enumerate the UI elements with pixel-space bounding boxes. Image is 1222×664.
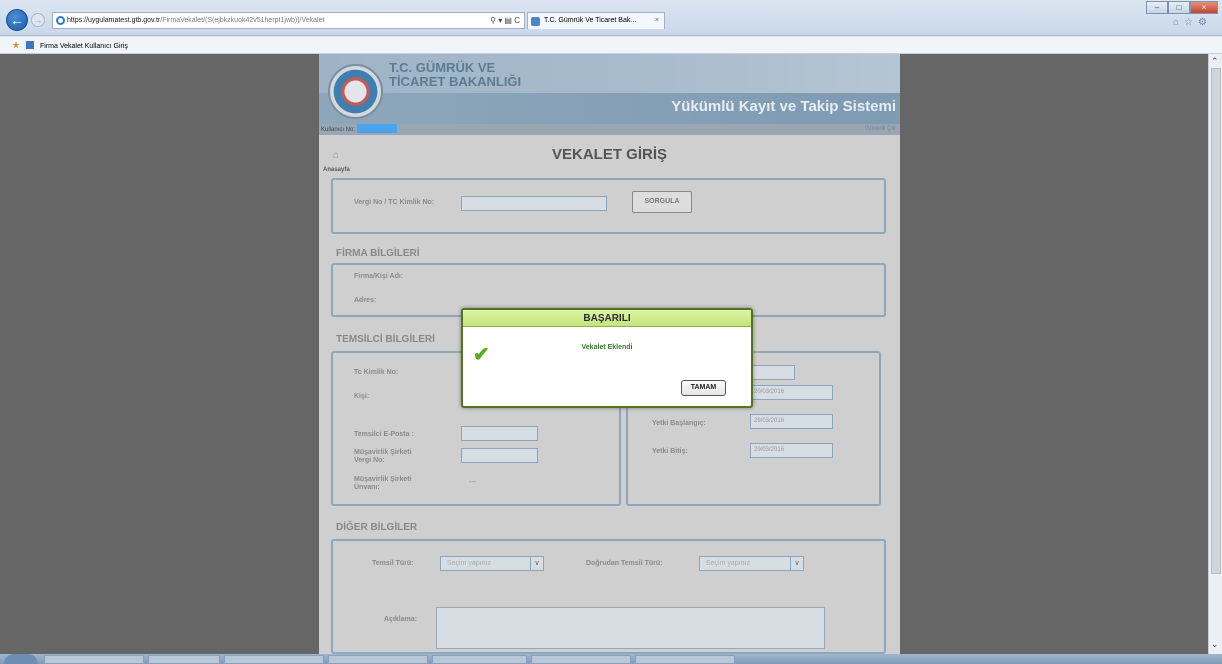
direct-type-select[interactable]: Seçim yapınız ∨ (699, 556, 804, 571)
ministry-logo (328, 64, 383, 119)
end-date-label: Yetki Bitiş: (652, 448, 688, 455)
forward-arrow-icon[interactable]: → (31, 13, 45, 27)
favorites-bar: ★ Firma Vekalet Kullanıcı Giriş (0, 37, 1222, 54)
authority-date-input[interactable]: 20/03/2016 (750, 385, 833, 400)
address-bar[interactable]: https://uygulamatest.gtb.gov.tr/FirmaVek… (52, 12, 525, 29)
tab-close-icon[interactable]: × (655, 13, 659, 29)
ie-logo-icon (56, 16, 65, 25)
taskbar-item[interactable] (224, 655, 324, 664)
representation-type-label: Temsil Türü: (372, 560, 414, 567)
favorite-item[interactable]: Firma Vekalet Kullanıcı Giriş (40, 43, 128, 50)
organization-name: T.C. GÜMRÜK VE TİCARET BAKANLIĞI (389, 61, 521, 89)
logout-link[interactable]: Güvenli Çık (865, 124, 896, 135)
taskbar-item[interactable] (635, 655, 735, 664)
dialog-message: Vekalet Eklendi (581, 344, 633, 351)
company-address-label: Adres: (354, 297, 377, 304)
maximize-icon[interactable]: □ (1168, 1, 1190, 14)
org-line1: T.C. GÜMRÜK VE (389, 60, 496, 75)
search-label: Vergi No / TC Kimlik No: (354, 199, 435, 206)
direct-type-value: Seçim yapınız (706, 560, 750, 567)
scroll-up-icon[interactable]: ⌃ (1211, 56, 1219, 67)
page-viewport: T.C. GÜMRÜK VE TİCARET BAKANLIĞI Yükümlü… (0, 54, 1222, 654)
email-label: Temsilci E-Posta : (354, 431, 414, 438)
back-arrow-icon[interactable]: ← (6, 9, 28, 31)
scroll-down-icon[interactable]: ⌄ (1211, 639, 1219, 650)
user-bar: Kullanıcı No: Güvenli Çık (319, 124, 900, 135)
url-host: uygulamatest.gtb.gov.tr (88, 17, 161, 24)
chevron-down-icon: ∨ (530, 557, 543, 570)
org-line2: TİCARET BAKANLIĞI (389, 74, 522, 89)
ok-button[interactable]: TAMAM (681, 380, 726, 396)
representation-type-value: Seçim yapınız (447, 560, 491, 567)
page-scrollbar[interactable]: ⌃ ⌄ (1208, 54, 1222, 654)
other-section-title: DİĞER BİLGİLER (336, 522, 418, 533)
user-number-redacted (356, 124, 397, 133)
start-date-label: Yetki Başlangıç: (652, 420, 706, 427)
chevron-down-icon: ∨ (790, 557, 803, 570)
user-label: Kullanıcı No: (321, 127, 356, 133)
tab-title: T.C. Gümrük Ve Ticaret Bak... (544, 17, 637, 24)
tc-label: Tc Kimlik No: (354, 369, 399, 376)
close-window-icon[interactable]: × (1190, 1, 1218, 14)
page-title: VEKALET GİRİŞ (551, 146, 667, 163)
representative-section-title: TEMSİLCİ BİLGİLERİ (336, 334, 435, 345)
page-icon (26, 41, 35, 49)
tab-favicon-icon (531, 17, 540, 26)
firm-tax-input[interactable] (461, 448, 538, 463)
favorites-star-icon[interactable]: ★ (12, 40, 20, 50)
firm-title-value: --- (469, 479, 476, 486)
start-button[interactable] (4, 654, 38, 664)
end-date-input[interactable]: 29/03/2016 (750, 443, 833, 458)
taskbar-item[interactable] (531, 655, 631, 664)
person-label: Kişi: (354, 393, 370, 400)
sorgula-button[interactable]: SORGULA (632, 191, 692, 213)
taskbar-item[interactable] (432, 655, 527, 664)
tax-id-input[interactable] (461, 196, 607, 211)
company-section-title: FİRMA BİLGİLERİ (336, 248, 420, 259)
dialog-title: BAŞARILI (463, 310, 751, 327)
url-prefix: https:// (67, 17, 89, 24)
success-dialog: BAŞARILI ✔ Vekalet Eklendi TAMAM (461, 308, 753, 408)
window-controls: – □ × (1146, 1, 1218, 14)
taskbar-item[interactable] (44, 655, 144, 664)
url-path: /FirmaVekalet/(S(ejbkzkuok42v51herpt1jwb… (160, 17, 325, 24)
representation-type-select[interactable]: Seçim yapınız ∨ (440, 556, 544, 571)
browser-titlebar: ← → https://uygulamatest.gtb.gov.tr/Firm… (0, 0, 1222, 36)
taskbar (0, 654, 1222, 664)
firm-title-label: Müşavirlik Şirketi Ünvanı: (354, 476, 412, 491)
system-name: Yükümlü Kayıt ve Takip Sistemi (671, 98, 896, 115)
direct-type-label: Doğrudan Temsil Türü: (586, 560, 663, 567)
site-header: T.C. GÜMRÜK VE TİCARET BAKANLIĞI Yükümlü… (319, 54, 900, 124)
description-label: Açıklama: (384, 616, 418, 623)
description-textarea[interactable] (436, 607, 825, 649)
firm-tax-label: Müşavirlik Şirketi Vergi No: (354, 449, 412, 464)
address-tools-icon[interactable]: ⚲ ▾ ▤ C (490, 13, 520, 28)
company-name-label: Firma/Kişi Adı: (354, 273, 404, 280)
scroll-thumb[interactable] (1211, 68, 1221, 574)
browser-tab[interactable]: T.C. Gümrük Ve Ticaret Bak... × (527, 12, 665, 29)
taskbar-item[interactable] (328, 655, 428, 664)
start-date-input[interactable]: 29/03/2016 (750, 414, 833, 429)
taskbar-item[interactable] (148, 655, 220, 664)
home-link[interactable]: Anasayfa (323, 167, 350, 173)
minimize-icon[interactable]: – (1146, 1, 1168, 14)
authority-input[interactable] (750, 365, 795, 380)
browser-toolbar-icons[interactable]: ⌂☆⚙ (1173, 17, 1212, 28)
email-input[interactable] (461, 426, 538, 441)
